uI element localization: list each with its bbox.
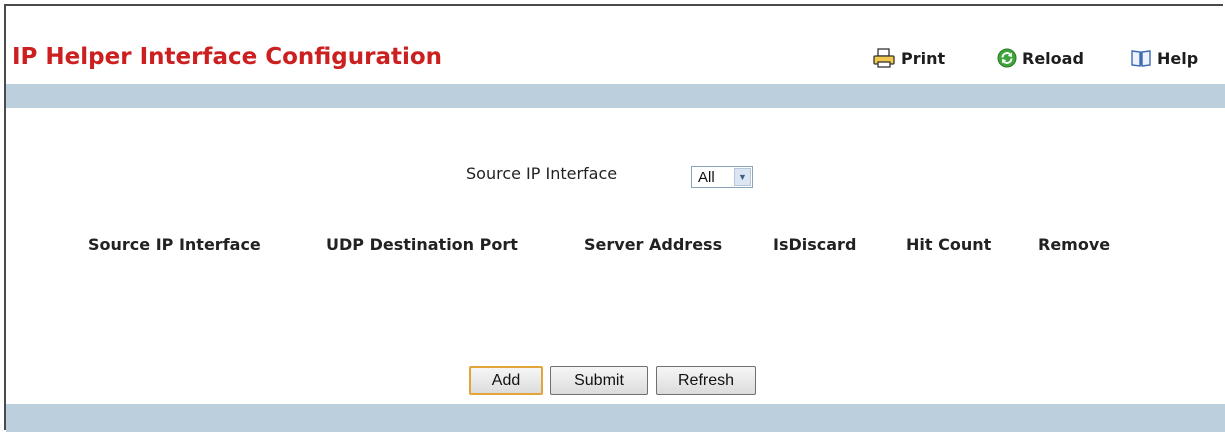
header-band: [6, 84, 1225, 108]
help-book-icon: [1130, 48, 1152, 68]
toolbar: Print Reload Help: [6, 48, 1225, 74]
column-header-remove: Remove: [1038, 235, 1111, 254]
help-label: Help: [1157, 48, 1199, 68]
refresh-button[interactable]: Refresh: [656, 366, 756, 395]
source-ip-interface-select[interactable]: All ▼: [691, 166, 753, 188]
print-link[interactable]: Print: [872, 48, 945, 68]
print-label: Print: [901, 48, 946, 68]
column-header-isdiscard: IsDiscard: [773, 235, 857, 254]
printer-icon: [872, 48, 896, 68]
column-header-udp-destination-port: UDP Destination Port: [326, 235, 518, 254]
select-value: All: [698, 168, 715, 186]
column-header-hit-count: Hit Count: [906, 235, 992, 254]
column-header-source-ip-interface: Source IP Interface: [88, 235, 261, 254]
submit-button[interactable]: Submit: [550, 366, 648, 395]
reload-icon: [997, 48, 1017, 68]
footer-band: [6, 404, 1225, 432]
table-header-row: Source IP Interface UDP Destination Port…: [6, 235, 1225, 259]
reload-label: Reload: [1022, 48, 1084, 68]
reload-link[interactable]: Reload: [997, 48, 1084, 68]
chevron-down-icon[interactable]: ▼: [734, 168, 751, 186]
add-button[interactable]: Add: [469, 366, 543, 395]
help-link[interactable]: Help: [1130, 48, 1198, 68]
content-frame: IP Helper Interface Configuration Print: [4, 4, 1225, 432]
column-header-server-address: Server Address: [584, 235, 723, 254]
source-ip-interface-label: Source IP Interface: [466, 164, 618, 183]
action-buttons: Add Submit Refresh: [6, 366, 1225, 396]
source-ip-filter: Source IP Interface All ▼: [6, 164, 1225, 190]
